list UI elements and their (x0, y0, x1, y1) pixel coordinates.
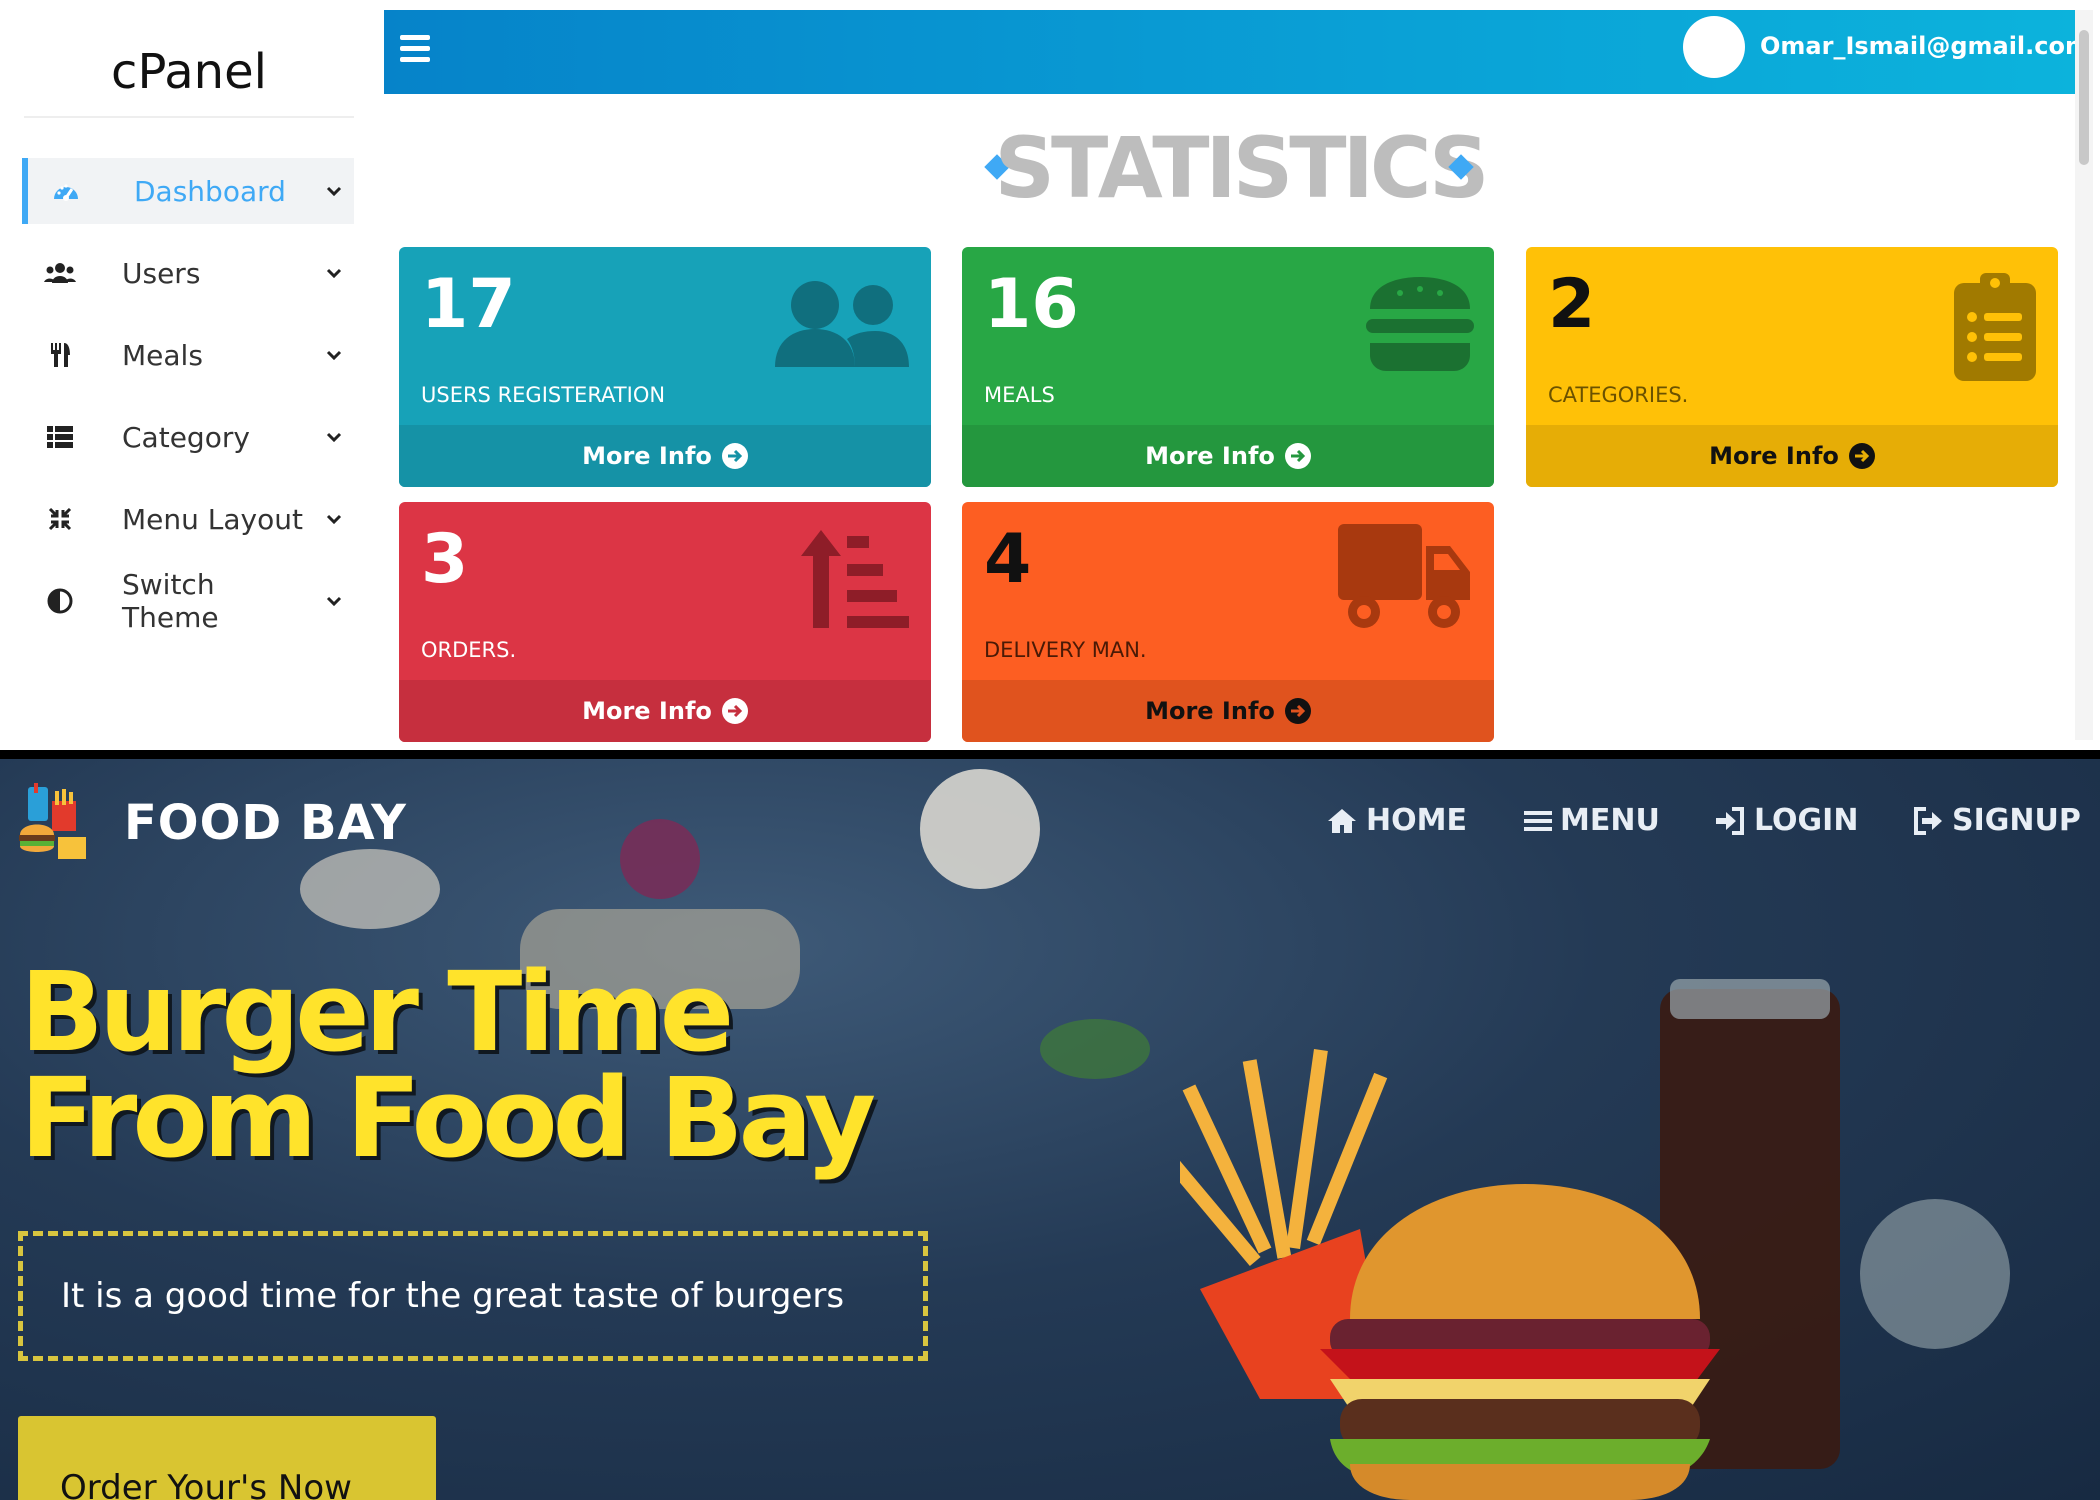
stat-card-categories: 2 CATEGORIES. More Info (1526, 247, 2058, 487)
garlic-clove-decoration (300, 849, 440, 929)
arrow-circle-right-icon (721, 443, 748, 469)
compress-icon (42, 501, 78, 537)
chevron-down-icon (314, 350, 354, 360)
leaf-decoration (1040, 1019, 1150, 1079)
arrow-circle-right-icon (1284, 698, 1311, 724)
sidebar-item-category[interactable]: Category (22, 404, 354, 470)
stat-value: 2 (1548, 265, 1596, 344)
stat-value: 16 (984, 265, 1079, 344)
more-info-label: More Info (1145, 442, 1275, 470)
chevron-down-icon (314, 596, 354, 606)
food-bay-landing: FOOD BAY HOME MENU LOGIN SIGNUP Burger T… (0, 759, 2100, 1500)
stat-value: 3 (421, 520, 469, 599)
user-menu[interactable]: Omar_Ismail@gmail.com (1760, 32, 2100, 60)
burger-icon (1366, 275, 1474, 377)
sidebar-item-label: Users (122, 256, 201, 290)
more-info-label: More Info (1145, 697, 1275, 725)
food-bay-logo (19, 783, 86, 859)
more-info-link[interactable]: More Info (1526, 425, 2058, 487)
sidebar-item-menu-layout[interactable]: Menu Layout (22, 486, 354, 552)
onion-decoration (620, 819, 700, 899)
chevron-down-icon (314, 514, 354, 524)
menu-icon (1524, 810, 1552, 831)
arrow-circle-right-icon (1848, 443, 1875, 469)
signup-icon (1914, 806, 1942, 835)
garlic-decoration (920, 769, 1040, 889)
nav-login[interactable]: LOGIN (1714, 803, 1858, 838)
users-icon (42, 255, 78, 291)
nav-signup-label: SIGNUP (1952, 803, 2081, 838)
nav-menu[interactable]: MENU (1524, 803, 1660, 838)
half-circle-icon (42, 583, 78, 619)
chevron-down-icon (314, 432, 354, 442)
hero-tagline: It is a good time for the great taste of… (18, 1231, 928, 1361)
more-info-link[interactable]: More Info (399, 680, 931, 742)
more-info-link[interactable]: More Info (399, 425, 931, 487)
scrollbar-thumb[interactable] (2079, 30, 2089, 165)
stat-card-orders: 3 ORDERS. More Info (399, 502, 931, 742)
stat-value: 4 (984, 520, 1032, 599)
sidebar-item-label: Category (122, 420, 250, 454)
more-info-label: More Info (1709, 442, 1839, 470)
user-email: Omar_Ismail@gmail.com (1760, 32, 2090, 60)
arrow-circle-right-icon (721, 698, 748, 724)
admin-dashboard: cPanel Dashboard Users Meals Category Me (0, 0, 2100, 750)
users-icon (771, 275, 911, 377)
sort-up-icon (801, 530, 909, 632)
sidebar-item-label: Switch Theme (122, 568, 219, 634)
stat-card-meals: 16 MEALS More Info (962, 247, 1494, 487)
sidebar-item-label: Meals (122, 338, 203, 372)
burger-fries-drink-illustration (1180, 979, 1840, 1500)
more-info-label: More Info (582, 442, 712, 470)
sidebar-item-label: Dashboard (134, 174, 286, 208)
spice-spoon-decoration (1860, 1199, 2010, 1349)
truck-icon (1338, 524, 1472, 636)
nav-signup[interactable]: SIGNUP (1912, 803, 2081, 838)
order-now-button[interactable]: Order Your's Now (18, 1416, 436, 1500)
avatar[interactable] (1683, 16, 1745, 78)
divider (0, 750, 2100, 759)
nav-home-label: HOME (1366, 803, 1467, 838)
hero-headline-line1: Burger Time (20, 948, 734, 1076)
home-icon (1328, 808, 1356, 833)
chevron-down-icon (314, 268, 354, 278)
stat-label: CATEGORIES. (1548, 383, 1689, 407)
sidebar-item-label: Menu Layout (122, 502, 303, 536)
arrow-circle-right-icon (1284, 443, 1311, 469)
nav-menu-label: MENU (1560, 803, 1660, 838)
stat-card-users: 17 USERS REGISTERATION More Info (399, 247, 931, 487)
sidebar-item-dashboard[interactable]: Dashboard (22, 158, 354, 224)
chevron-down-icon (314, 186, 354, 196)
hero-headline-line2: From Food Bay (20, 1054, 876, 1182)
stat-label: USERS REGISTERATION (421, 383, 666, 407)
stat-label: ORDERS. (421, 638, 517, 662)
stat-label: MEALS (984, 383, 1055, 407)
more-info-label: More Info (582, 697, 712, 725)
scrollbar[interactable] (2075, 10, 2093, 740)
login-icon (1716, 806, 1744, 835)
site-brand: FOOD BAY (124, 795, 407, 851)
clipboard-list-icon (1954, 273, 2036, 385)
stat-value: 17 (421, 265, 516, 344)
hero-headline: Burger Time From Food Bay (20, 948, 876, 1182)
more-info-link[interactable]: More Info (962, 680, 1494, 742)
sidebar-item-switch-theme[interactable]: Switch Theme (22, 568, 354, 634)
top-header: Omar_Ismail@gmail.com (384, 10, 2090, 94)
nav-home[interactable]: HOME (1326, 803, 1467, 838)
admin-brand: cPanel (24, 40, 354, 118)
sidebar-item-meals[interactable]: Meals (22, 322, 354, 388)
dashboard-icon (48, 173, 84, 209)
hamburger-menu-icon[interactable] (400, 35, 430, 69)
utensils-icon (42, 337, 78, 373)
nav-login-label: LOGIN (1754, 803, 1859, 838)
stat-card-delivery: 4 DELIVERY MAN. More Info (962, 502, 1494, 742)
list-icon (42, 419, 78, 455)
sidebar-item-users[interactable]: Users (22, 240, 354, 306)
stat-label: DELIVERY MAN. (984, 638, 1147, 662)
more-info-link[interactable]: More Info (962, 425, 1494, 487)
